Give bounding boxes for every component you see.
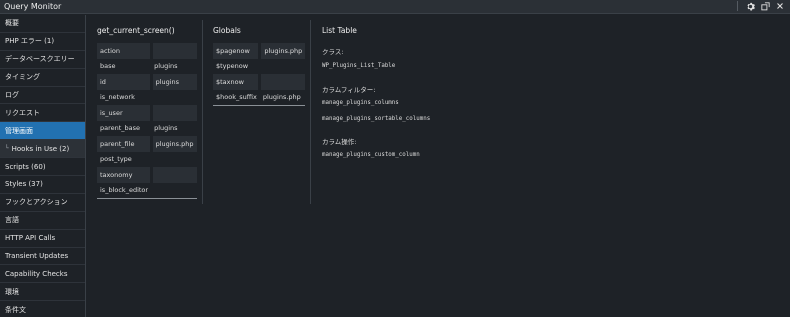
- class-label: クラス:: [322, 48, 344, 56]
- row-key: parent_file: [97, 136, 153, 152]
- row-key: is_user: [97, 105, 153, 121]
- row-value: [259, 74, 306, 90]
- sidebar-item-label: PHP エラー (1): [5, 37, 55, 46]
- table-row: id plugins: [97, 74, 197, 90]
- row-key: $hook_suffix: [213, 89, 260, 106]
- panel-divider: [310, 20, 311, 204]
- row-value: plugins.php: [259, 89, 306, 106]
- sidebar-item-label: 管理画面: [5, 126, 33, 135]
- table-row: $pagenow plugins.php: [213, 43, 306, 59]
- panel-titlebar: Query Monitor: [0, 0, 790, 14]
- row-key: is_block_editor: [97, 182, 152, 199]
- row-key: $pagenow: [213, 43, 262, 59]
- sidebar-item-label: 環境: [5, 287, 19, 296]
- sidebar-item[interactable]: 条件文: [0, 301, 85, 317]
- row-key: parent_base: [100, 124, 141, 133]
- row-value: [151, 105, 197, 121]
- titlebar-tools: [737, 1, 784, 11]
- column-action-label: カラム操作:: [322, 138, 357, 146]
- sidebar-item[interactable]: リクエスト: [0, 104, 85, 123]
- sidebar-item-label: フックとアクション: [5, 198, 68, 207]
- row-key: base: [100, 62, 116, 71]
- sidebar-item[interactable]: └ Hooks in Use (2): [0, 140, 85, 159]
- row-key: action: [97, 43, 153, 59]
- table-row: $hook_suffix plugins.php: [213, 89, 306, 106]
- screen-panel-title: get_current_screen(): [97, 26, 175, 35]
- panel-title: Query Monitor: [4, 2, 62, 11]
- row-value: plugins: [151, 74, 197, 90]
- table-row: is_block_editor: [97, 182, 197, 199]
- list-table-panel-title: List Table: [322, 26, 357, 35]
- sidebar-item-label: Capability Checks: [5, 269, 68, 278]
- column-filter-item: manage_plugins_sortable_columns: [322, 116, 431, 122]
- row-key: is_network: [100, 93, 135, 102]
- globals-panel-title: Globals: [213, 26, 241, 35]
- row-value: plugins.php: [151, 136, 197, 152]
- sidebar-item[interactable]: タイミング: [0, 69, 85, 87]
- row-key: taxonomy: [97, 167, 153, 183]
- sidebar-item-label: Transient Updates: [5, 252, 69, 261]
- row-key: id: [97, 74, 153, 90]
- row-value: [151, 167, 197, 183]
- screen-table: action base plugins id plugins is_network is_u…: [97, 43, 197, 199]
- row-value: [151, 182, 197, 199]
- sidebar-item[interactable]: データベースクエリー: [0, 51, 85, 69]
- table-row: is_network: [97, 90, 197, 106]
- sidebar-item-label: 言語: [5, 216, 19, 225]
- class-value: WP_Plugins_List_Table: [322, 63, 396, 69]
- table-row: is_user: [97, 105, 197, 121]
- table-row: parent_file plugins.php: [97, 136, 197, 152]
- table-row: action: [97, 43, 197, 59]
- sidebar-item[interactable]: Capability Checks: [0, 265, 85, 284]
- sidebar-item[interactable]: Styles (37): [0, 176, 85, 194]
- sidebar-item-label: データベースクエリー: [5, 55, 75, 64]
- table-row: taxonomy: [97, 167, 197, 183]
- panel-divider: [202, 20, 203, 204]
- table-row: $typenow: [213, 59, 305, 75]
- close-icon[interactable]: [776, 2, 784, 10]
- sidebar-item[interactable]: Scripts (60): [0, 158, 85, 177]
- sidebar-item-label: Styles (37): [5, 180, 43, 189]
- sidebar-item[interactable]: ログ: [0, 87, 85, 105]
- row-key: post_type: [100, 155, 132, 164]
- sidebar-item-label: 条件文: [5, 305, 26, 314]
- column-filter-item: manage_plugins_columns: [322, 100, 399, 106]
- column-action-value: manage_plugins_custom_column: [322, 152, 420, 158]
- sidebar-item-label: Scripts (60): [5, 162, 46, 171]
- table-row: parent_base plugins: [97, 121, 197, 137]
- row-value: plugins: [154, 62, 178, 71]
- sidebar-item[interactable]: 管理画面: [0, 122, 85, 141]
- sidebar-item-label: リクエスト: [5, 108, 40, 117]
- row-value: [151, 152, 196, 168]
- sidebar-item-label: Hooks in Use (2): [11, 144, 70, 153]
- table-row: base plugins: [97, 59, 197, 75]
- sidebar-item[interactable]: PHP エラー (1): [0, 33, 85, 51]
- popout-icon[interactable]: [761, 1, 770, 11]
- row-key: $taxnow: [213, 74, 262, 90]
- row-value: [151, 43, 197, 59]
- sidebar: 概要 PHP エラー (1) データベースクエリー タイミングログリクエスト管理画面 └…: [0, 15, 86, 317]
- sidebar-item-label: HTTP API Calls: [5, 234, 56, 243]
- tree-branch-icon: └: [5, 145, 9, 153]
- sidebar-item[interactable]: フックとアクション: [0, 194, 85, 212]
- sidebar-item-label: タイミング: [5, 73, 40, 82]
- row-value: [260, 59, 305, 75]
- column-filters-label: カラムフィルター:: [322, 86, 376, 94]
- row-value: plugins: [154, 124, 178, 133]
- gear-icon[interactable]: [746, 2, 755, 11]
- titlebar-divider: [737, 1, 738, 11]
- sidebar-item[interactable]: HTTP API Calls: [0, 230, 85, 248]
- row-value: plugins.php: [259, 43, 306, 59]
- sidebar-item-label: ログ: [5, 91, 19, 99]
- row-value: [151, 90, 196, 106]
- globals-table: $pagenow plugins.php $typenow $taxnow $hook_…: [213, 43, 306, 106]
- table-row: post_type: [97, 152, 197, 168]
- sidebar-item[interactable]: Transient Updates: [0, 248, 85, 266]
- sidebar-item-label: 概要: [5, 19, 19, 28]
- table-row: $taxnow: [213, 74, 306, 90]
- row-key: $typenow: [216, 62, 249, 71]
- sidebar-item[interactable]: 言語: [0, 212, 85, 230]
- sidebar-item[interactable]: 概要: [0, 15, 85, 33]
- sidebar-item[interactable]: 環境: [0, 283, 85, 302]
